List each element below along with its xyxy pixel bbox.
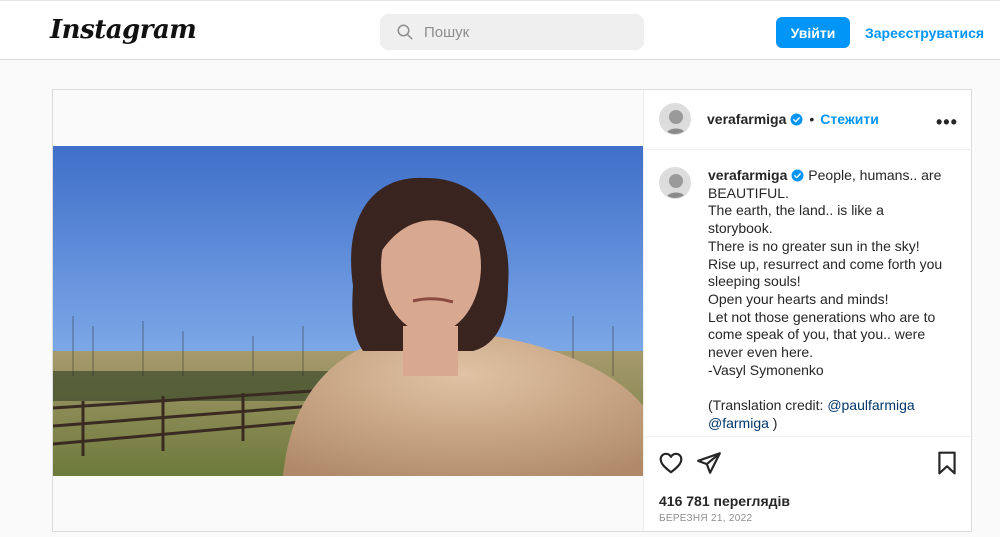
mention-link[interactable]: @paulfarmiga [827,397,914,413]
caption-username[interactable]: verafarmiga [708,167,787,183]
caption-line: storybook. [708,220,773,237]
signup-link[interactable]: Зареєструватися [865,25,984,41]
more-options-icon[interactable]: ••• [936,112,958,133]
caption-line: There is no greater sun in the sky! [708,237,920,254]
search-box[interactable] [380,14,644,50]
caption-line [708,379,958,397]
post-media [53,90,643,531]
username-link[interactable]: verafarmiga [707,111,786,127]
mention-link[interactable]: @farmiga [708,415,769,431]
avatar-image [660,104,690,134]
avatar-image [660,168,690,198]
video-frame [53,146,643,476]
instagram-logo[interactable]: Instagram [50,15,197,45]
post-card: verafarmiga • Стежити ••• verafarmiga Pe… [52,89,972,532]
caption-line: -Vasyl Symonenko [708,361,824,378]
caption-line: People, humans.. are [808,167,942,183]
caption-closing: ) [768,414,778,431]
search-icon [397,24,413,40]
caption-avatar[interactable] [659,167,691,199]
view-count: 416 781 переглядів [659,493,791,509]
post-header-user: verafarmiga • Стежити [707,111,879,127]
post-date[interactable]: березня 21, 2022 [659,513,752,524]
bookmark-icon[interactable] [934,450,960,476]
login-button[interactable]: Увійти [776,17,850,48]
post-video[interactable] [53,146,643,476]
caption-line: Open your hearts and minds! [708,290,889,307]
verified-badge-icon [791,169,804,182]
caption-line: The earth, the land.. is like a [708,202,884,219]
search-input[interactable] [424,23,624,41]
top-nav-bar: Instagram Увійти Зареєструватися [0,0,1000,60]
caption-line: BEAUTIFUL. [708,184,789,201]
caption-section: verafarmiga People, humans.. are BEAUTIF… [644,150,970,436]
avatar[interactable] [659,103,691,135]
caption-line: come speak of you, that you.. were [708,326,926,343]
caption-line: never even here. [708,344,814,361]
caption-line: Let not those generations who are to [708,308,936,325]
post-actions: 416 781 переглядів березня 21, 2022 [644,436,970,531]
caption-text: verafarmiga People, humans.. are BEAUTIF… [708,167,958,433]
share-send-icon[interactable] [696,450,722,476]
caption-line: sleeping souls! [708,273,801,290]
caption-line: Rise up, resurrect and come forth you [708,255,943,272]
post-header: verafarmiga • Стежити ••• [644,90,972,150]
verified-badge-icon [790,113,803,125]
caption-line: (Translation credit: [708,397,828,414]
post-sidebar: verafarmiga • Стежити ••• verafarmiga Pe… [643,90,972,531]
follow-button[interactable]: Стежити [820,111,879,127]
like-heart-icon[interactable] [658,450,684,476]
separator-dot: • [809,111,815,127]
